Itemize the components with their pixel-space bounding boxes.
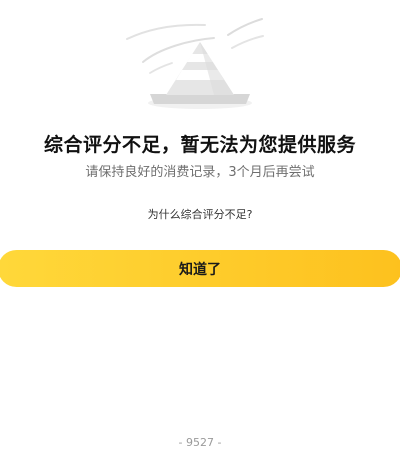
page-subtitle: 请保持良好的消费记录，3个月后再尝试 bbox=[85, 165, 315, 180]
why-insufficient-link[interactable]: 为什么综合评分不足? bbox=[0, 206, 400, 222]
traffic-cone-icon bbox=[126, 18, 264, 109]
footer-code: - 9527 - bbox=[178, 436, 222, 449]
acknowledge-button[interactable]: 知道了 bbox=[0, 250, 400, 287]
credit-rejection-page: 综合评分不足，暂无法为您提供服务 请保持良好的消费记录，3个月后再尝试 为什么综… bbox=[0, 0, 400, 463]
page-title: 综合评分不足，暂无法为您提供服务 bbox=[43, 134, 356, 156]
